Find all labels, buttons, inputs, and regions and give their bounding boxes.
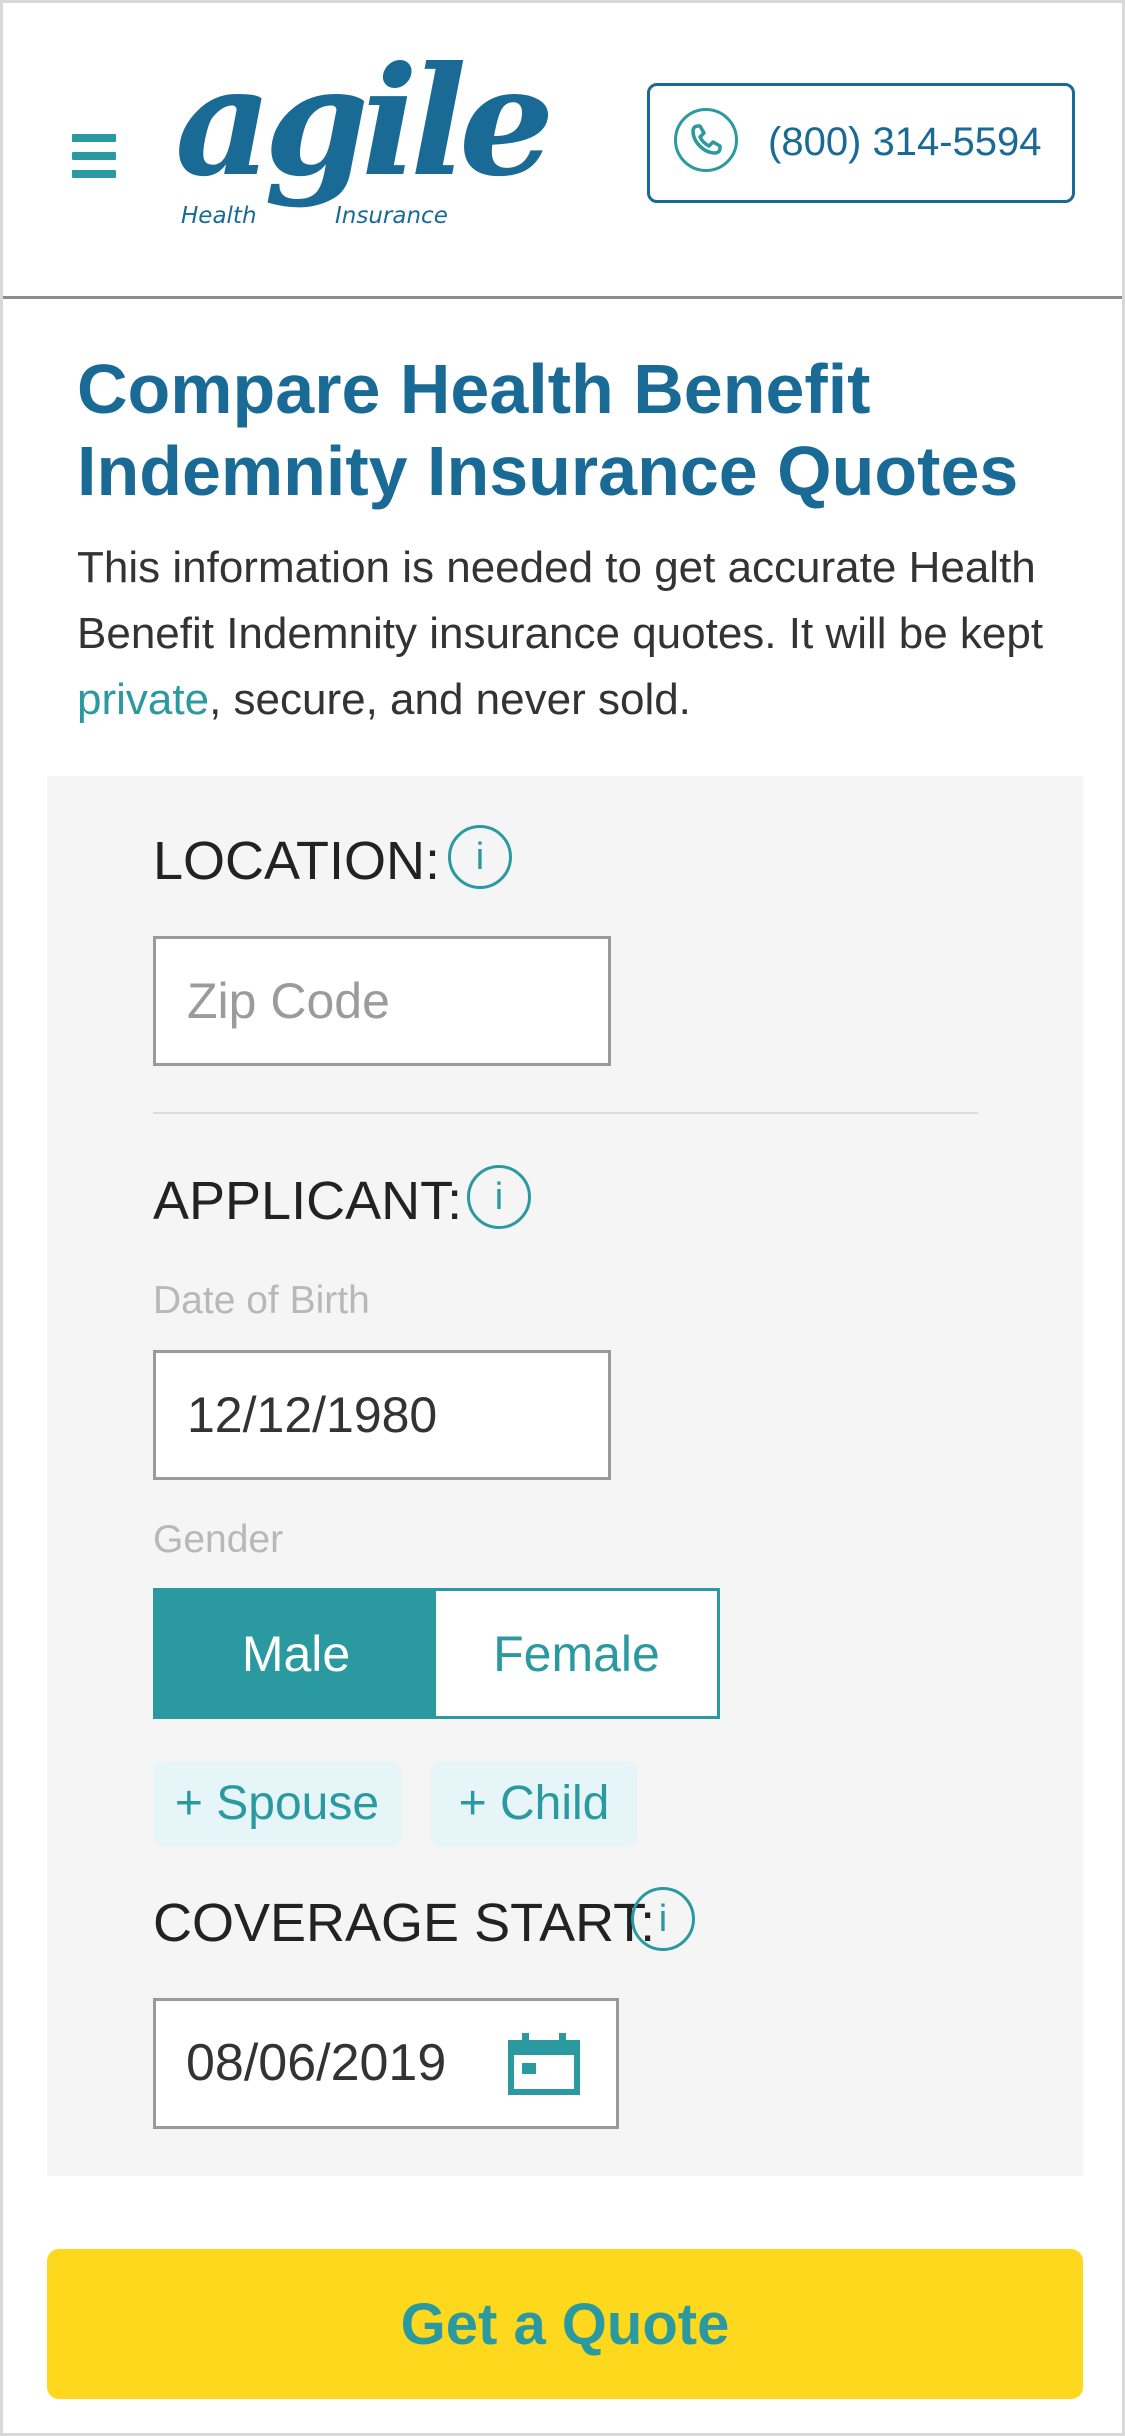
calendar-icon[interactable]	[508, 2033, 580, 2095]
hamburger-menu-icon[interactable]	[72, 134, 116, 178]
quote-form: LOCATION: i APPLICANT: i Date of Birth G…	[47, 776, 1083, 2176]
zip-code-input[interactable]	[153, 936, 611, 1066]
intro-text-start: This information is needed to get accura…	[77, 543, 1044, 658]
add-child-button[interactable]: + Child	[431, 1761, 637, 1847]
intro-text: This information is needed to get accura…	[77, 535, 1077, 733]
phone-icon	[674, 108, 738, 172]
location-info-icon[interactable]: i	[448, 825, 512, 889]
gender-male-button[interactable]: Male	[156, 1591, 436, 1716]
gender-label: Gender	[153, 1518, 284, 1561]
logo-registered-mark: ®	[475, 113, 493, 134]
phone-number: (800) 314-5594	[768, 120, 1042, 164]
coverage-start-label: COVERAGE START:	[153, 1893, 656, 1953]
gender-female-button[interactable]: Female	[436, 1591, 717, 1716]
agile-health-insurance-logo[interactable]: agile ® Health Insurance	[175, 47, 554, 235]
section-divider	[153, 1112, 978, 1114]
applicant-label: APPLICANT:	[153, 1171, 463, 1231]
add-spouse-button[interactable]: + Spouse	[153, 1761, 401, 1847]
location-label: LOCATION:	[153, 831, 441, 891]
coverage-start-date-field[interactable]: 08/06/2019	[153, 1998, 619, 2129]
dob-input[interactable]	[153, 1350, 611, 1480]
site-header: agile ® Health Insurance (800) 314-5594	[3, 3, 1122, 299]
coverage-start-date-value: 08/06/2019	[186, 2034, 447, 2092]
dob-label: Date of Birth	[153, 1279, 370, 1322]
page-title: Compare Health Benefit Indemnity Insuran…	[77, 350, 1019, 510]
call-phone-button[interactable]: (800) 314-5594	[647, 83, 1075, 203]
privacy-link[interactable]: private	[77, 675, 209, 724]
logo-insurance-text: Insurance	[335, 203, 448, 229]
coverage-info-icon[interactable]: i	[631, 1887, 695, 1951]
applicant-info-icon[interactable]: i	[467, 1165, 531, 1229]
logo-health-text: Health	[181, 203, 257, 229]
get-a-quote-button[interactable]: Get a Quote	[47, 2249, 1083, 2399]
gender-toggle: Male Female	[153, 1588, 720, 1719]
intro-text-end: , secure, and never sold.	[209, 675, 691, 724]
